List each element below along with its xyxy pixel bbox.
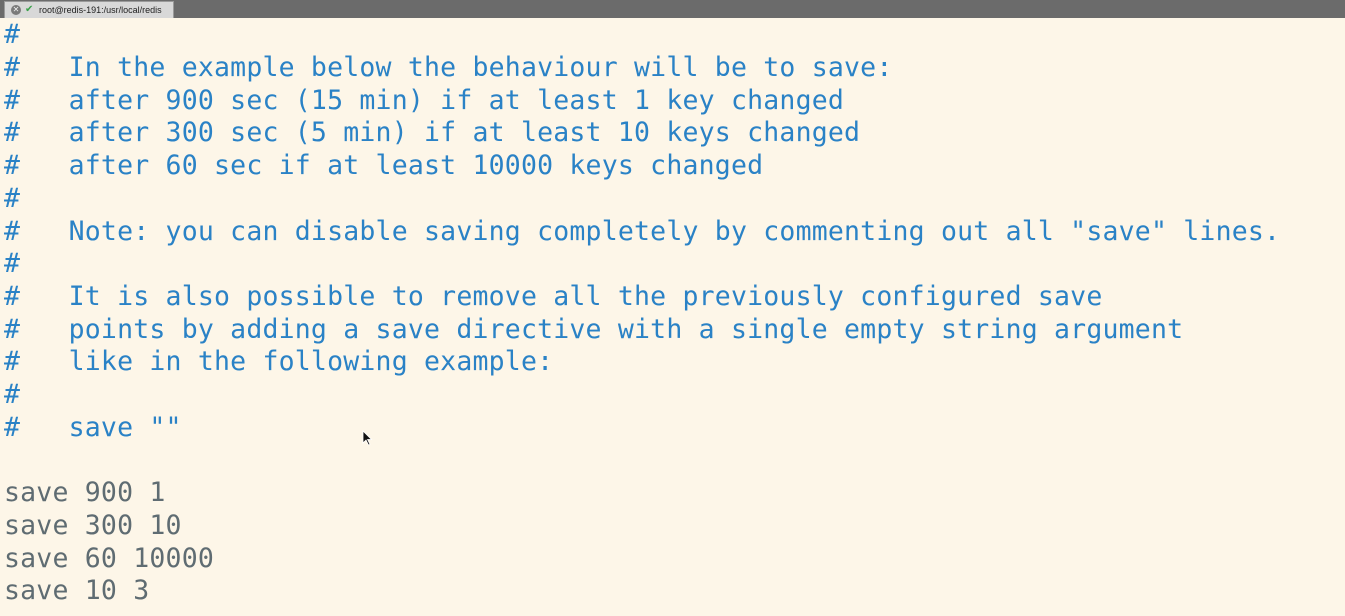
terminal-tab[interactable]: ✕ ✔ root@redis-191:/usr/local/redis bbox=[4, 1, 174, 18]
save-directive-line: save 300 10 bbox=[4, 510, 182, 541]
save-directive-line: save 60 10000 bbox=[4, 543, 215, 574]
comment-line: # points by adding a save directive with… bbox=[4, 314, 1184, 345]
comment-line: # Note: you can disable saving completel… bbox=[4, 216, 1281, 247]
comment-line: # It is also possible to remove all the … bbox=[4, 281, 1103, 312]
comment-line: # after 300 sec (5 min) if at least 10 k… bbox=[4, 117, 861, 148]
checkmark-icon: ✔ bbox=[25, 4, 34, 15]
mouse-pointer-icon bbox=[362, 430, 373, 446]
terminal-editor[interactable]: # # In the example below the behaviour w… bbox=[0, 18, 1345, 616]
comment-line: # like in the following example: bbox=[4, 346, 554, 377]
comment-line: # bbox=[4, 183, 21, 214]
tab-title: root@redis-191:/usr/local/redis bbox=[39, 5, 162, 15]
comment-line: # save "" bbox=[4, 412, 182, 443]
comment-line: # bbox=[4, 248, 21, 279]
save-directive-line: save 10 3 bbox=[4, 575, 150, 606]
comment-line: # bbox=[4, 379, 21, 410]
comment-line: # bbox=[4, 19, 21, 50]
comment-line: # In the example below the behaviour wil… bbox=[4, 52, 893, 83]
save-directive-line: save 900 1 bbox=[4, 477, 166, 508]
comment-line: # after 900 sec (15 min) if at least 1 k… bbox=[4, 85, 845, 116]
terminal-tab-bar: ✕ ✔ root@redis-191:/usr/local/redis bbox=[0, 0, 1345, 19]
close-icon[interactable]: ✕ bbox=[11, 5, 21, 15]
comment-line: # after 60 sec if at least 10000 keys ch… bbox=[4, 150, 764, 181]
